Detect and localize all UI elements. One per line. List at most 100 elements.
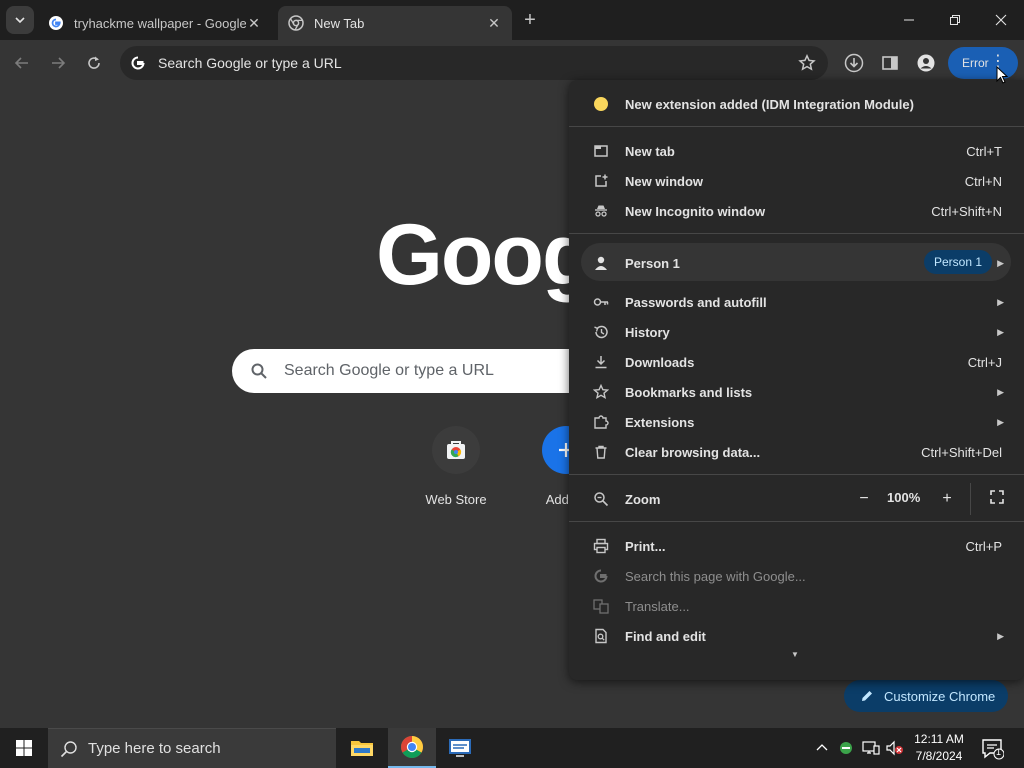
zoom-in-button[interactable]: +: [935, 487, 959, 511]
taskbar-network-app[interactable]: [436, 728, 484, 768]
menu-item-print[interactable]: Print... Ctrl+P: [569, 531, 1024, 561]
menu-item-label: Translate...: [625, 598, 690, 614]
taskbar-clock[interactable]: 12:11 AM 7/8/2024: [906, 731, 972, 765]
forward-button[interactable]: [44, 49, 72, 77]
close-window-button[interactable]: [978, 0, 1024, 40]
zoom-divider: [970, 483, 971, 515]
google-g-icon: [49, 16, 63, 30]
address-bar[interactable]: Search Google or type a URL: [120, 46, 828, 80]
tray-network-icon[interactable]: [862, 728, 880, 768]
submenu-arrow-icon: ▶: [997, 386, 1004, 397]
clock-time: 12:11 AM: [914, 732, 964, 746]
submenu-arrow-icon: ▶: [997, 296, 1004, 307]
menu-item-search-page: Search this page with Google...: [569, 561, 1024, 591]
menu-item-translate: Translate...: [569, 591, 1024, 621]
menu-item-clear-data[interactable]: Clear browsing data... Ctrl+Shift+Del: [569, 437, 1024, 467]
profile-button[interactable]: [912, 49, 940, 77]
google-logo: Goog: [376, 207, 594, 303]
tab-strip: tryhackme wallpaper - Google Search ✕ Ne…: [0, 0, 1024, 40]
mouse-cursor-icon: [996, 66, 1008, 84]
tab-search-button[interactable]: [6, 6, 34, 34]
menu-item-shortcut: Ctrl+N: [964, 173, 1002, 189]
search-icon: [60, 740, 77, 757]
google-g-icon: [131, 56, 145, 70]
profile-badge: Person 1: [923, 250, 992, 274]
tab-google-search[interactable]: tryhackme wallpaper - Google Search ✕: [38, 6, 272, 40]
puzzle-icon: [593, 414, 609, 430]
bookmark-star-icon[interactable]: [798, 54, 816, 72]
menu-item-extension-notice[interactable]: New extension added (IDM Integration Mod…: [569, 89, 1024, 119]
pencil-icon: [862, 691, 872, 701]
menu-item-label: New extension added (IDM Integration Mod…: [625, 96, 914, 112]
network-icon: [862, 741, 880, 755]
error-label: Error: [962, 56, 989, 70]
notification-center-button[interactable]: 1: [980, 736, 1005, 760]
menu-item-find-edit[interactable]: Find and edit ▶: [569, 621, 1024, 651]
zoom-icon: [593, 491, 609, 507]
menu-item-shortcut: Ctrl+J: [967, 354, 1002, 370]
arrow-right-icon: [52, 57, 66, 69]
chrome-menu: New extension added (IDM Integration Mod…: [569, 80, 1024, 680]
web-store-icon: [432, 426, 480, 474]
menu-item-new-window[interactable]: New window Ctrl+N: [569, 166, 1024, 196]
menu-item-history[interactable]: History ▶: [569, 317, 1024, 347]
menu-item-label: History: [625, 324, 670, 340]
tray-volume-icon[interactable]: [886, 728, 904, 768]
extension-notice-icon: [593, 96, 609, 112]
windows-taskbar: Type here to search 12:11 AM 7/8/2024 1: [0, 728, 1024, 768]
menu-item-shortcut: Ctrl+P: [965, 538, 1002, 554]
chrome-icon: [401, 736, 423, 758]
zoom-out-button[interactable]: −: [852, 487, 876, 511]
volume-muted-icon: [886, 740, 903, 756]
close-icon[interactable]: ✕: [486, 15, 502, 31]
tab-new-tab[interactable]: New Tab ✕: [278, 6, 512, 40]
star-icon: [593, 384, 609, 400]
submenu-arrow-icon: ▶: [997, 416, 1004, 427]
menu-item-extensions[interactable]: Extensions ▶: [569, 407, 1024, 437]
customize-chrome-button[interactable]: Customize Chrome: [844, 680, 1008, 712]
minimize-button[interactable]: [886, 0, 932, 40]
menu-item-bookmarks[interactable]: Bookmarks and lists ▶: [569, 377, 1024, 407]
person-icon: [593, 255, 609, 271]
folder-icon: [351, 741, 373, 756]
restore-button[interactable]: [932, 0, 978, 40]
back-button[interactable]: [8, 49, 36, 77]
key-icon: [593, 294, 609, 310]
tray-idm-icon[interactable]: [838, 728, 854, 768]
close-icon: [995, 14, 1007, 26]
taskbar-search-placeholder: Type here to search: [88, 740, 221, 757]
menu-item-downloads[interactable]: Downloads Ctrl+J: [569, 347, 1024, 377]
scroll-down-icon[interactable]: ▼: [791, 650, 799, 659]
menu-item-label: Downloads: [625, 354, 695, 370]
trash-icon: [593, 444, 609, 460]
start-button[interactable]: [0, 728, 48, 768]
shortcut-web-store[interactable]: Web Store: [406, 426, 506, 507]
menu-item-passwords[interactable]: Passwords and autofill ▶: [569, 287, 1024, 317]
reload-button[interactable]: [80, 49, 108, 77]
zoom-level: 100%: [887, 490, 921, 505]
menu-item-label: Print...: [625, 538, 666, 554]
new-tab-button[interactable]: +: [518, 8, 542, 32]
menu-item-shortcut: Ctrl+Shift+Del: [921, 444, 1002, 460]
menu-item-label: Extensions: [625, 414, 695, 430]
menu-item-new-tab[interactable]: New tab Ctrl+T: [569, 136, 1024, 166]
menu-item-label: New tab: [625, 143, 675, 159]
windows-logo-icon: [16, 740, 32, 756]
taskbar-file-explorer[interactable]: [338, 728, 386, 768]
fullscreen-icon[interactable]: [989, 489, 1005, 505]
history-icon: [593, 324, 609, 340]
tab-title: tryhackme wallpaper - Google Search: [74, 15, 246, 31]
show-hidden-icons-button[interactable]: [816, 728, 828, 768]
translate-icon: [593, 598, 609, 614]
new-window-icon: [593, 173, 609, 189]
menu-divider: [569, 126, 1024, 127]
taskbar-search-box[interactable]: Type here to search: [48, 728, 336, 768]
side-panel-button[interactable]: [876, 49, 904, 77]
minimize-icon: [904, 19, 914, 21]
menu-item-new-incognito[interactable]: New Incognito window Ctrl+Shift+N: [569, 196, 1024, 226]
close-icon[interactable]: ✕: [246, 15, 262, 31]
restore-icon: [950, 15, 960, 25]
new-tab-icon: [593, 143, 609, 159]
downloads-button[interactable]: [840, 49, 868, 77]
taskbar-chrome[interactable]: [388, 728, 436, 768]
